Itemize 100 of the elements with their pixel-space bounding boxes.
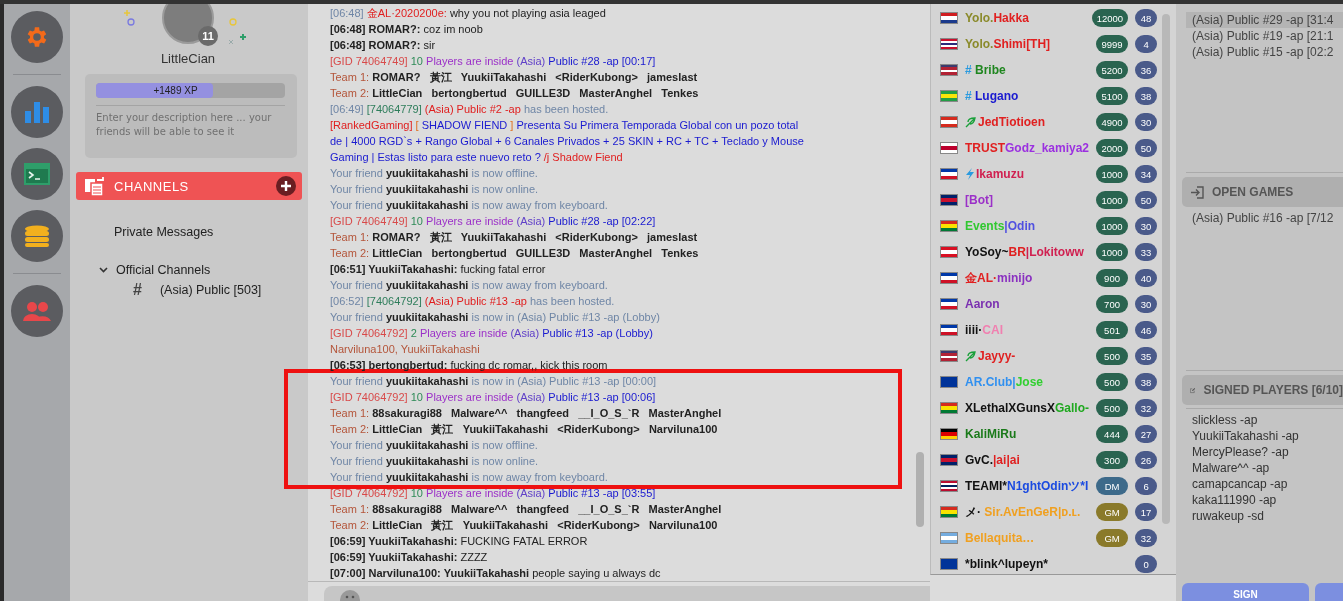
player-row[interactable]: iiii·CAI 501 46 <box>931 317 1178 343</box>
friends-button[interactable] <box>11 285 63 337</box>
player-row[interactable]: Aaron 700 30 <box>931 291 1178 317</box>
chat-message: [GID 74064749] 10 Players are inside (Asia) Public #28 -ap [00:17] <box>329 54 657 69</box>
player-name: GvC.|ai|ai <box>965 453 1020 467</box>
rating-badge: 1000 <box>1096 217 1129 235</box>
player-row[interactable]: YoSoy~BR|Lokitoww 1000 33 <box>931 239 1178 265</box>
rating-badge: 300 <box>1096 451 1129 469</box>
rating-badge: 500 <box>1096 399 1129 417</box>
flag-icon <box>940 194 958 206</box>
player-row[interactable]: Yolo.Shimi[TH] 9999 4 <box>931 31 1178 57</box>
player-row[interactable]: Bellaquita… GM 32 <box>931 525 1178 551</box>
add-channel-button[interactable] <box>276 176 296 196</box>
player-row[interactable]: [Bot] 1000 50 <box>931 187 1178 213</box>
player-row[interactable]: Yolo.Hakka 12000 48 <box>931 5 1178 31</box>
player-row[interactable]: Jayyy- 500 35 <box>931 343 1178 369</box>
signed-player: MercyPlease? -ap <box>1191 444 1290 460</box>
chat-message: [GID 74064792] 2 Players are inside (Asia) Public #13 -ap (Lobby) <box>329 326 654 341</box>
rating-badge: 9999 <box>1096 35 1129 53</box>
player-row[interactable]: TRUSTGodz_kamiya2 2000 50 <box>931 135 1178 161</box>
player-row[interactable]: メ· Sir.AvEnGeR|ᴅ.ʟ. GM 17 <box>931 499 1178 525</box>
game-item[interactable]: (Asia) Public #15 -ap [02:2 <box>1186 44 1343 60</box>
game-item[interactable]: (Asia) Public #16 -ap [7/12 <box>1186 210 1343 226</box>
player-row[interactable]: KaliMiRu 444 27 <box>931 421 1178 447</box>
level-badge: 32 <box>1135 399 1158 417</box>
player-row[interactable]: *blink^lupeyn* 0 <box>931 551 1178 577</box>
player-name: Bellaquita… <box>965 531 1035 545</box>
chat-message: Team 1: 88sakuragi88 Malware^^ thangfeed __I_O_S_`R MasterAnghel <box>329 502 723 517</box>
level-badge: 30 <box>1135 217 1158 235</box>
flag-icon <box>940 454 958 466</box>
player-row[interactable]: 金AL·minijo 900 40 <box>931 265 1178 291</box>
plus-icon <box>280 180 292 192</box>
rating-badge: 1000 <box>1096 243 1129 261</box>
player-row[interactable]: AR.Club|Jose 500 38 <box>931 369 1178 395</box>
settings-button[interactable] <box>11 11 63 63</box>
chat-message: Narviluna100, YuukiiTakahashi <box>329 342 481 357</box>
chat-message: Your friend yuukiitakahashi is now away from keyboard. <box>329 278 609 293</box>
rating-badge: GM <box>1096 503 1129 521</box>
player-row[interactable]: # Bribe 5200 36 <box>931 57 1178 83</box>
player-row[interactable]: XLethalXGunsXGallo- 500 32 <box>931 395 1178 421</box>
chat-message: [06:51] YuukiiTakahashi: fucking fatal error <box>329 262 547 277</box>
caret-icon[interactable] <box>99 267 108 273</box>
bar-chart-icon <box>24 101 50 123</box>
player-name: YoSoy~BR|Lokitoww <box>965 245 1084 259</box>
level-badge: 6 <box>1135 477 1158 495</box>
player-row[interactable]: # Lugano 5100 38 <box>931 83 1178 109</box>
chat-message: Team 1: ROMAR? 黃江 YuukiiTakahashi <RiderKubong> jameslast <box>329 230 699 245</box>
player-name: KaliMiRu <box>965 427 1017 441</box>
signed-player: kaka111990 -ap <box>1191 492 1278 508</box>
level-badge: 46 <box>1135 321 1158 339</box>
player-name: TEAMI*N1ghtOdinツ*I <box>965 477 1089 495</box>
chat-message: Team 1: ROMAR? 黃江 YuukiiTakahashi <RiderKubong> jameslast <box>329 70 699 85</box>
signed-player: YuukiiTakahashi -ap <box>1191 428 1300 444</box>
private-messages-item[interactable]: Private Messages <box>114 225 302 239</box>
rating-badge: 5100 <box>1096 87 1129 105</box>
channel-group-label[interactable]: Official Channels <box>116 263 211 277</box>
player-row[interactable]: JedTiotioen 4900 30 <box>931 109 1178 135</box>
rating-badge: DM <box>1096 477 1129 495</box>
flag-icon <box>940 220 958 232</box>
flag-icon <box>940 116 958 128</box>
level-badge: 32 <box>1135 529 1158 547</box>
signed-player: slickless -ap <box>1191 412 1259 428</box>
game-item[interactable]: (Asia) Public #29 -ap [31:4 <box>1186 12 1343 28</box>
player-name: Yolo.Hakka <box>965 11 1029 25</box>
stats-button[interactable] <box>11 86 63 138</box>
level-badge: 30 <box>1135 295 1158 313</box>
console-button[interactable] <box>11 148 63 200</box>
smiley-icon[interactable] <box>340 589 360 601</box>
player-name: Jayyy- <box>978 349 1016 363</box>
rating-badge: 4900 <box>1096 113 1129 131</box>
chat-message: [GID 74064749] 10 Players are inside (Asia) Public #28 -ap [02:22] <box>329 214 657 229</box>
player-name: # Lugano <box>965 89 1019 103</box>
message-input[interactable] <box>324 586 930 601</box>
coins-button[interactable] <box>11 210 63 262</box>
player-row[interactable]: GvC.|ai|ai 300 26 <box>931 447 1178 473</box>
chat-message: Your friend yuukiitakahashi is now away from keyboard. <box>284 469 902 489</box>
player-name: # Bribe <box>965 63 1006 77</box>
player-name: Aaron <box>965 297 1000 311</box>
flag-icon <box>940 402 958 414</box>
game-item[interactable]: (Asia) Public #19 -ap [21:1 <box>1186 28 1343 44</box>
rating-badge: GM <box>1096 529 1129 547</box>
flag-icon <box>940 324 958 336</box>
rating-badge: 700 <box>1096 295 1129 313</box>
flag-icon <box>940 558 958 570</box>
chat-message: Team 2: LittleCian 黃江 YuukiiTakahashi <RiderKubong> Narviluna100 <box>329 518 719 533</box>
rating-badge: 5200 <box>1096 61 1129 79</box>
player-name: Yolo.Shimi[TH] <box>965 37 1051 51</box>
channel-item[interactable]: (Asia) Public [503] <box>159 283 262 297</box>
rating-badge: 444 <box>1096 425 1129 443</box>
chat-message: Team 2: LittleCian 黃江 YuukiiTakahashi <RiderKubong> Narviluna100 <box>284 421 902 437</box>
flag-icon <box>940 298 958 310</box>
description-field[interactable]: Enter your description here ... your friends will be able to see it <box>96 105 285 149</box>
player-row[interactable]: Events|Odin 1000 30 <box>931 213 1178 239</box>
terminal-icon <box>24 163 50 185</box>
player-row[interactable]: Ikamuzu 1000 34 <box>931 161 1178 187</box>
rating-badge: 900 <box>1096 269 1129 287</box>
flag-icon <box>940 64 958 76</box>
player-row[interactable]: TEAMI*N1ghtOdinツ*I DM 6 <box>931 473 1178 499</box>
chat-message: Your friend yuukiitakahashi is now offline. <box>329 166 539 181</box>
username: LittleCian <box>159 51 217 66</box>
